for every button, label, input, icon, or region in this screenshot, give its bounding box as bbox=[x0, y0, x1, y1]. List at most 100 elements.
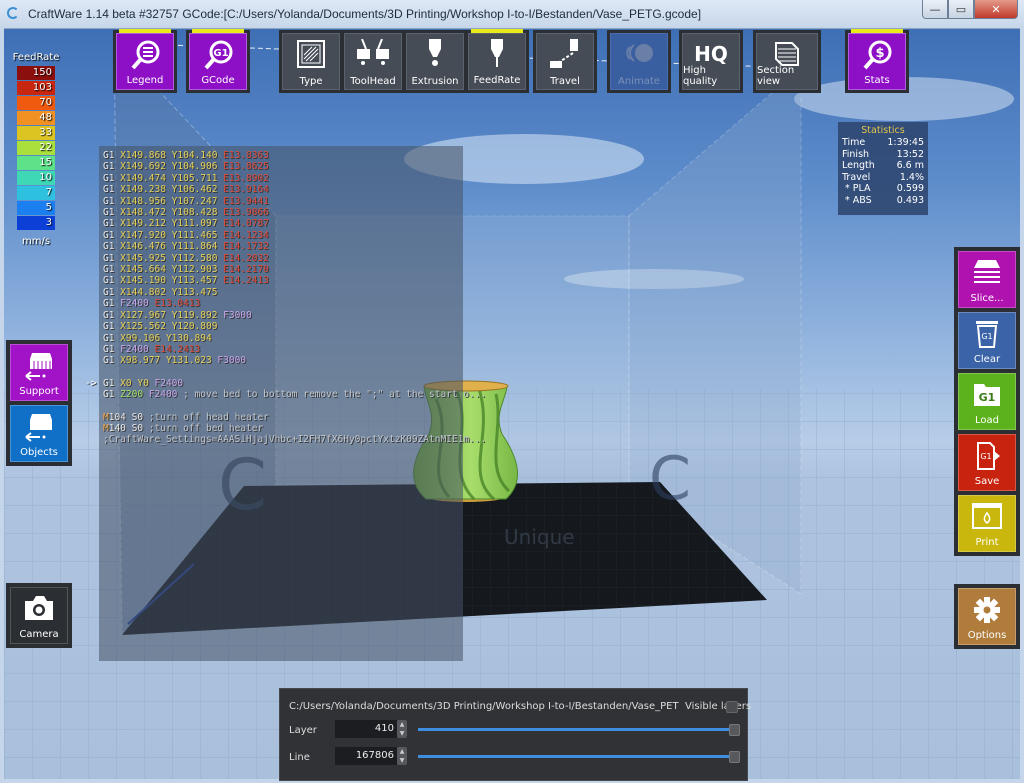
statistics-row: * PLA 0.599 bbox=[842, 183, 924, 195]
extrusion-button[interactable]: Extrusion bbox=[406, 33, 464, 90]
file-path-text: C:/Users/Yolanda/Documents/3D Printing/W… bbox=[289, 701, 679, 712]
options-button-label: Options bbox=[967, 630, 1007, 641]
legend-button[interactable]: Legend bbox=[116, 29, 174, 90]
animate-button[interactable]: Animate bbox=[610, 33, 668, 90]
close-icon: ✕ bbox=[991, 2, 1001, 16]
craftware-logo-right-wall: C bbox=[649, 444, 691, 514]
gcode-line: M104 S0 ;turn off head heater bbox=[99, 412, 463, 423]
maximize-button[interactable]: ▭ bbox=[948, 0, 974, 19]
gcode-token: G1 bbox=[103, 309, 121, 321]
stats-toolbar-group: $ Stats bbox=[845, 29, 909, 93]
toolhead-button[interactable]: ToolHead bbox=[344, 33, 402, 90]
statistics-value: 1.4% bbox=[899, 171, 924, 183]
close-button[interactable]: ✕ bbox=[974, 0, 1018, 19]
gcode-token: G1 bbox=[103, 332, 121, 344]
gcode-line: G1 X145.664 Y112.903 E14.2170 bbox=[99, 264, 463, 275]
gcode-token: Y106.462 bbox=[171, 184, 224, 196]
feedrate-button-label: FeedRate bbox=[473, 75, 521, 86]
gcode-blank-line bbox=[99, 401, 463, 412]
gcode-token: G1 bbox=[103, 298, 121, 310]
gcode-line: G1 X147.920 Y111.465 E14.1234 bbox=[99, 230, 463, 241]
line-spinbox[interactable]: 167806 bbox=[335, 747, 397, 765]
gcode-panel[interactable]: G1 X149.868 Y104.140 E13.8363 G1 X149.692… bbox=[85, 146, 486, 661]
line-spin-arrows[interactable]: ▲ ▼ bbox=[397, 747, 407, 765]
gcode-token: E14.2032 bbox=[223, 252, 269, 264]
gcode-line: G1 X149.238 Y106.462 E13.9164 bbox=[99, 184, 463, 195]
high-quality-button[interactable]: HQ High quality bbox=[682, 33, 740, 90]
gcode-token: X149.238 bbox=[120, 184, 172, 196]
slice-button[interactable]: Slice... bbox=[958, 251, 1016, 308]
legend-swatches: 150 103 70 48 33 22 15 10 7 5 3 bbox=[10, 66, 62, 230]
options-group: Options bbox=[954, 584, 1020, 649]
gcode-token: G1 bbox=[103, 150, 121, 161]
minimize-button[interactable]: — bbox=[922, 0, 948, 19]
statistics-value: 6.6 m bbox=[896, 160, 924, 171]
feedrate-nozzle-icon bbox=[491, 39, 503, 67]
gcode-line: ;CraftWare_Settings=AAASiHjajVhbc+I2FH7f… bbox=[99, 434, 486, 445]
clear-button[interactable]: G1 Clear bbox=[958, 312, 1016, 369]
travel-path-icon bbox=[550, 39, 578, 68]
gcode-token: Y113.457 bbox=[171, 275, 224, 287]
support-button[interactable]: Support bbox=[10, 344, 68, 401]
animate-button-label: Animate bbox=[618, 76, 660, 87]
layer-control-panel: C:/Users/Yolanda/Documents/3D Printing/W… bbox=[279, 688, 751, 781]
gcode-token: X0 bbox=[120, 377, 138, 389]
feedrate-button[interactable]: FeedRate bbox=[468, 29, 526, 90]
gcode-token: X149.692 bbox=[120, 161, 172, 173]
gcode-line: G1 X146.476 Y111.864 E14.1732 bbox=[99, 241, 463, 252]
support-button-label: Support bbox=[19, 386, 59, 397]
layer-spinbox[interactable]: 410 bbox=[335, 720, 397, 738]
travel-button[interactable]: Travel bbox=[536, 33, 594, 90]
gcode-token: Y120.809 bbox=[171, 321, 218, 333]
svg-text:G1: G1 bbox=[979, 391, 996, 404]
gcode-magnifier-icon: G1 bbox=[204, 40, 233, 70]
line-slider-handle[interactable] bbox=[729, 751, 740, 763]
legend-swatch: 33 bbox=[17, 126, 55, 140]
gcode-token: 104 S0 bbox=[108, 411, 149, 423]
save-button[interactable]: G1 Save bbox=[958, 434, 1016, 491]
window-title: CraftWare 1.14 beta #32757 GCode:[C:/Use… bbox=[28, 7, 702, 21]
load-button[interactable]: G1 Load bbox=[958, 373, 1016, 430]
line-label: Line bbox=[289, 752, 310, 763]
print-button[interactable]: Print bbox=[958, 495, 1016, 552]
legend-swatch: 150 bbox=[17, 66, 55, 80]
gcode-button[interactable]: G1 GCode bbox=[189, 29, 247, 90]
type-hatch-icon bbox=[297, 40, 325, 68]
gcode-token: Y131.023 bbox=[165, 355, 218, 367]
camera-group: Camera bbox=[6, 583, 72, 648]
gcode-file-path: C:/Users/Yolanda/Documents/3D Printing/W… bbox=[289, 701, 751, 712]
section-view-button[interactable]: Section view bbox=[756, 33, 818, 90]
layer-spin-arrows[interactable]: ▲ ▼ bbox=[397, 720, 407, 738]
objects-button[interactable]: Objects bbox=[10, 405, 68, 462]
gcode-line: G1 X149.474 Y105.711 E13.8902 bbox=[99, 173, 463, 184]
line-slider[interactable] bbox=[418, 755, 733, 758]
gcode-line: G1 X148.472 Y108.428 E13.9866 bbox=[99, 207, 463, 218]
gcode-line: G1 X145.925 Y112.580 E14.2032 bbox=[99, 253, 463, 264]
options-button[interactable]: Options bbox=[958, 588, 1016, 645]
gcode-token: X146.476 bbox=[120, 241, 172, 253]
clear-button-label: Clear bbox=[973, 354, 1001, 365]
layer-slider[interactable] bbox=[418, 728, 733, 731]
legend-title: FeedRate bbox=[12, 52, 60, 63]
hq-icon: HQ bbox=[694, 42, 728, 66]
statistics-label: Length bbox=[842, 160, 875, 171]
title-bar: CraftWare 1.14 beta #32757 GCode:[C:/Use… bbox=[0, 0, 1024, 29]
craftware-app-icon bbox=[7, 7, 19, 19]
right-actions-group: Slice... G1 Clear G1 Load G1 Save Print bbox=[954, 247, 1020, 556]
gcode-token: G1 bbox=[103, 195, 121, 207]
layer-slider-handle[interactable] bbox=[729, 724, 740, 736]
stats-button[interactable]: $ Stats bbox=[848, 29, 906, 90]
gcode-token: Y105.711 bbox=[171, 172, 224, 184]
gcode-token: E14.2413 bbox=[223, 275, 269, 287]
type-button[interactable]: Type bbox=[282, 33, 340, 90]
gcode-line: G1 X99.106 Y130.894 bbox=[99, 333, 463, 344]
gcode-token: F2400 bbox=[120, 298, 155, 310]
gcode-line: G1 X149.692 Y104.906 E13.8625 bbox=[99, 161, 463, 172]
gcode-token: Y113.475 bbox=[171, 286, 218, 298]
gcode-token: G1 bbox=[103, 377, 121, 389]
gcode-token: Y104.140 bbox=[171, 150, 224, 161]
statistics-row: Length 6.6 m bbox=[842, 160, 924, 172]
visible-layers-checkbox[interactable] bbox=[726, 701, 738, 713]
statistics-row: * ABS 0.493 bbox=[842, 195, 924, 207]
camera-button[interactable]: Camera bbox=[10, 587, 68, 644]
